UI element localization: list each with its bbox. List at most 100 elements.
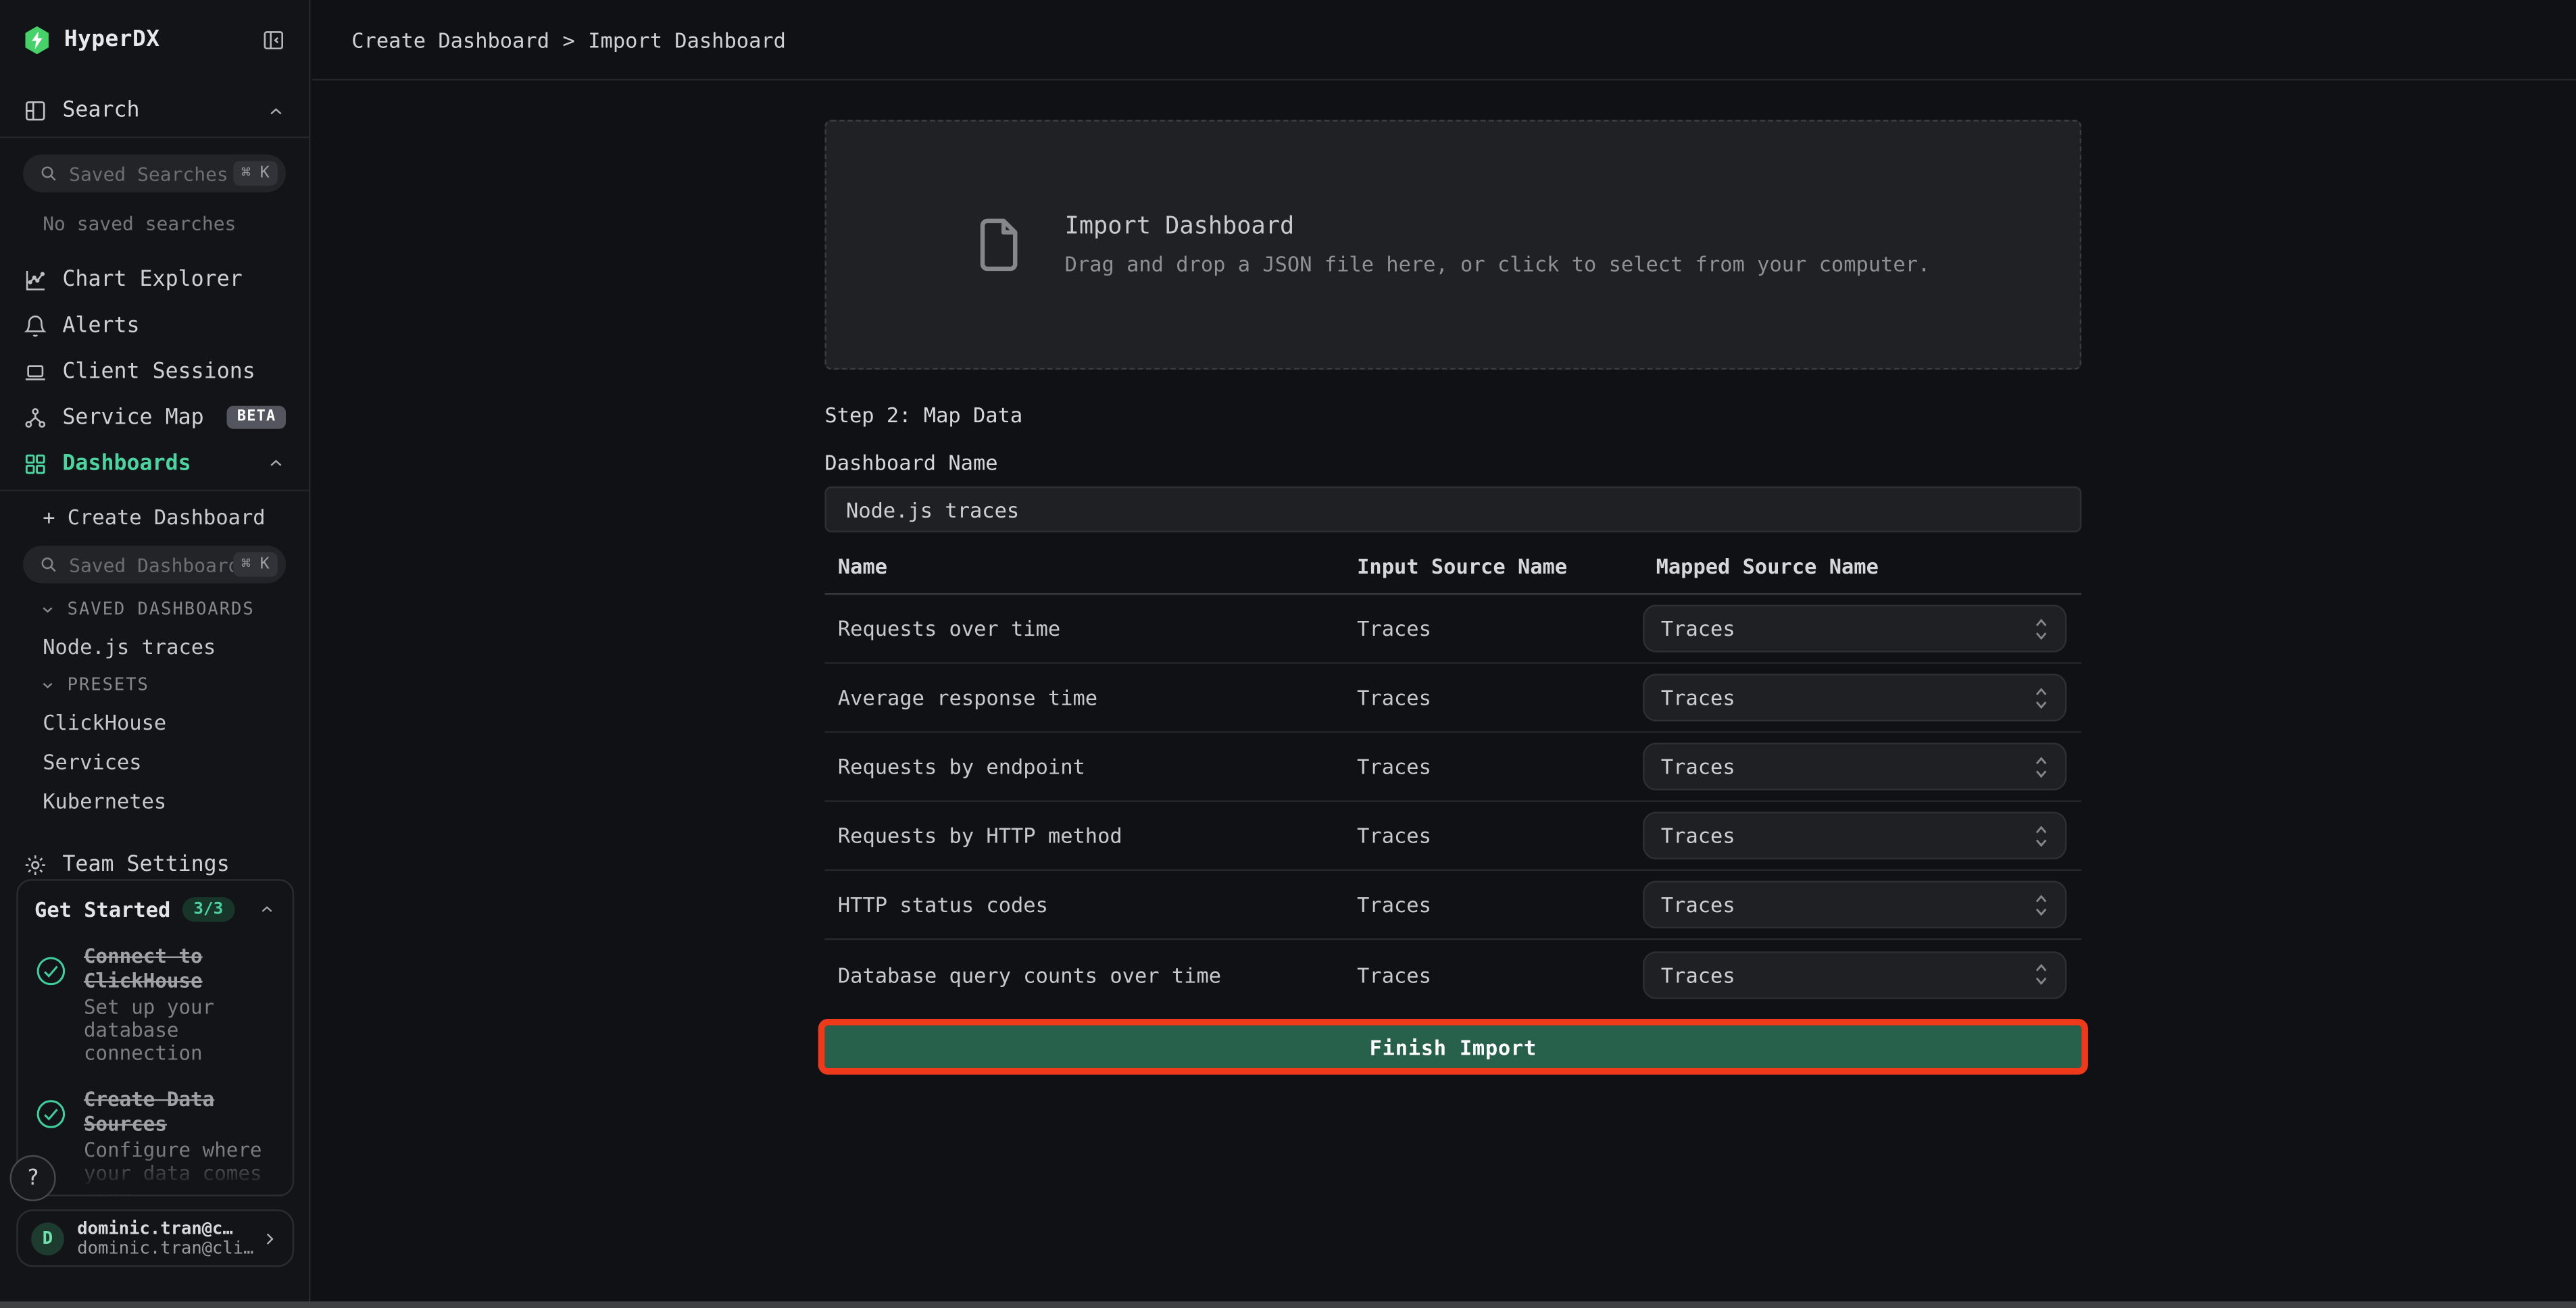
sidebar-item-client-sessions[interactable]: Client Sessions: [0, 349, 309, 395]
table-row: Database query counts over time Traces T…: [824, 940, 2081, 1009]
get-started-title: Get Started: [34, 897, 170, 922]
search-icon: [39, 164, 57, 182]
chevron-updown-icon: [2032, 961, 2050, 988]
chevron-updown-icon: [2032, 753, 2050, 780]
sidebar-item-alerts[interactable]: Alerts: [0, 303, 309, 349]
select-value: Traces: [1661, 962, 2032, 986]
select-value: Traces: [1661, 824, 2032, 848]
tree-item-clickhouse[interactable]: ClickHouse: [43, 710, 309, 734]
saved-dashboards-input[interactable]: Saved Dashboards ⌘ K: [23, 545, 286, 583]
page-header: Create Dashboard > Import Dashboard: [312, 0, 2576, 80]
row-input-source: Traces: [1344, 962, 1643, 986]
table-row: Requests by endpoint Traces Traces: [824, 733, 2081, 802]
chevron-updown-icon: [2032, 891, 2050, 917]
tree-group-saved-dashboards[interactable]: SAVED DASHBOARDS: [39, 600, 309, 620]
sidebar: HyperDX Search Saved Searches ⌘ K No sav…: [0, 0, 310, 1308]
mapped-source-select[interactable]: Traces: [1643, 951, 2066, 999]
table-header-row: Name Input Source Name Mapped Source Nam…: [824, 554, 2081, 595]
help-button[interactable]: ?: [10, 1155, 56, 1201]
tree-item-services[interactable]: Services: [43, 749, 309, 774]
mapped-source-select[interactable]: Traces: [1643, 811, 2066, 859]
chevron-up-icon[interactable]: [266, 101, 286, 121]
mapped-source-select[interactable]: Traces: [1643, 743, 2066, 790]
search-section-header[interactable]: Search: [0, 85, 309, 138]
breadcrumb-create-dashboard[interactable]: Create Dashboard: [351, 27, 549, 51]
beta-badge: BETA: [227, 406, 286, 429]
chevron-updown-icon: [2032, 822, 2050, 849]
import-content: Import Dashboard Drag and drop a JSON fi…: [824, 120, 2081, 1068]
mapped-source-select[interactable]: Traces: [1643, 674, 2066, 722]
mapped-source-select[interactable]: Traces: [1643, 881, 2066, 929]
avatar: D: [31, 1222, 64, 1255]
dashboard-name-input[interactable]: [824, 486, 2081, 532]
select-value: Traces: [1661, 685, 2032, 709]
row-input-source: Traces: [1344, 754, 1643, 778]
get-started-item[interactable]: Create Data Sources Configure where your…: [31, 1088, 279, 1197]
search-layout-icon: [23, 99, 47, 123]
saved-searches-input[interactable]: Saved Searches ⌘ K: [23, 155, 286, 193]
search-section-label: Search: [62, 99, 266, 123]
finish-import-button[interactable]: Finish Import: [824, 1026, 2081, 1068]
get-started-item-desc: Configure where your data comes from: [84, 1138, 279, 1196]
saved-dashboards-placeholder: Saved Dashboards: [69, 553, 233, 576]
tree-item-kubernetes[interactable]: Kubernetes: [43, 788, 309, 813]
select-value: Traces: [1661, 754, 2032, 778]
row-name: Requests by endpoint: [824, 754, 1343, 778]
column-header-input-source: Input Source Name: [1344, 554, 1643, 578]
table-row: Requests by HTTP method Traces Traces: [824, 802, 2081, 871]
chevron-down-icon: [39, 601, 55, 618]
shortcut-badge: ⌘ K: [233, 161, 278, 185]
select-value: Traces: [1661, 616, 2032, 640]
gear-icon: [23, 852, 47, 876]
user-menu[interactable]: D dominic.tran@c… dominic.tran@cli…: [16, 1209, 294, 1267]
table-row: Requests over time Traces Traces: [824, 595, 2081, 663]
tree-item-nodejs-traces[interactable]: Node.js traces: [43, 634, 309, 659]
sidebar-item-dashboards[interactable]: Dashboards: [0, 441, 309, 486]
sidebar-collapse-icon[interactable]: [262, 27, 286, 51]
breadcrumb: Create Dashboard > Import Dashboard: [351, 27, 786, 51]
table-row: Average response time Traces Traces: [824, 664, 2081, 733]
get-started-item-title: Create Data Sources: [84, 1088, 279, 1137]
dropzone-title: Import Dashboard: [1065, 213, 1931, 240]
divider: [0, 490, 309, 491]
chevron-up-icon[interactable]: [266, 453, 286, 473]
row-name: Requests over time: [824, 616, 1343, 640]
sidebar-item-label: Dashboards: [62, 451, 266, 476]
user-email: dominic.tran@cli…: [77, 1238, 253, 1258]
tree-group-label: PRESETS: [68, 676, 149, 695]
check-circle-icon: [34, 955, 68, 1065]
sidebar-item-label: Chart Explorer: [62, 267, 286, 291]
get-started-item-desc: Set up your database connection: [84, 996, 279, 1065]
get-started-header: Get Started 3/3: [18, 881, 293, 922]
step-label: Step 2: Map Data: [824, 403, 2081, 427]
create-dashboard-button[interactable]: + Create Dashboard: [43, 505, 309, 529]
chevron-down-icon: [39, 677, 55, 693]
hyperdx-logo-icon: [23, 24, 51, 55]
dashboard-name-label: Dashboard Name: [824, 450, 2081, 474]
sidebar-item-label: Client Sessions: [62, 359, 286, 383]
tree-group-label: SAVED DASHBOARDS: [68, 600, 255, 620]
get-started-item-title: Connect to ClickHouse: [84, 945, 279, 994]
chevron-updown-icon: [2032, 615, 2050, 642]
row-name: Database query counts over time: [824, 962, 1343, 986]
user-name: dominic.tran@c…: [77, 1218, 253, 1238]
column-header-name: Name: [824, 554, 1343, 578]
mapping-table: Name Input Source Name Mapped Source Nam…: [824, 554, 2081, 1009]
sidebar-item-service-map[interactable]: Service Map BETA: [0, 395, 309, 441]
sidebar-item-label: Alerts: [62, 313, 286, 337]
row-name: HTTP status codes: [824, 892, 1343, 917]
breadcrumb-import-dashboard[interactable]: Import Dashboard: [588, 27, 786, 51]
horizontal-scrollbar[interactable]: [0, 1301, 2576, 1308]
tree-group-presets[interactable]: PRESETS: [39, 676, 309, 695]
main-area: Create Dashboard > Import Dashboard Impo…: [312, 0, 2576, 1308]
get-started-item[interactable]: Connect to ClickHouse Set up your databa…: [31, 945, 279, 1065]
bell-icon: [23, 313, 47, 337]
sidebar-item-chart-explorer[interactable]: Chart Explorer: [0, 256, 309, 302]
chevron-up-icon[interactable]: [258, 901, 276, 919]
search-icon: [39, 555, 57, 574]
mapped-source-select[interactable]: Traces: [1643, 605, 2066, 653]
row-name: Requests by HTTP method: [824, 824, 1343, 848]
laptop-icon: [23, 359, 47, 383]
shortcut-badge: ⌘ K: [233, 552, 278, 576]
import-dropzone[interactable]: Import Dashboard Drag and drop a JSON fi…: [824, 120, 2081, 370]
